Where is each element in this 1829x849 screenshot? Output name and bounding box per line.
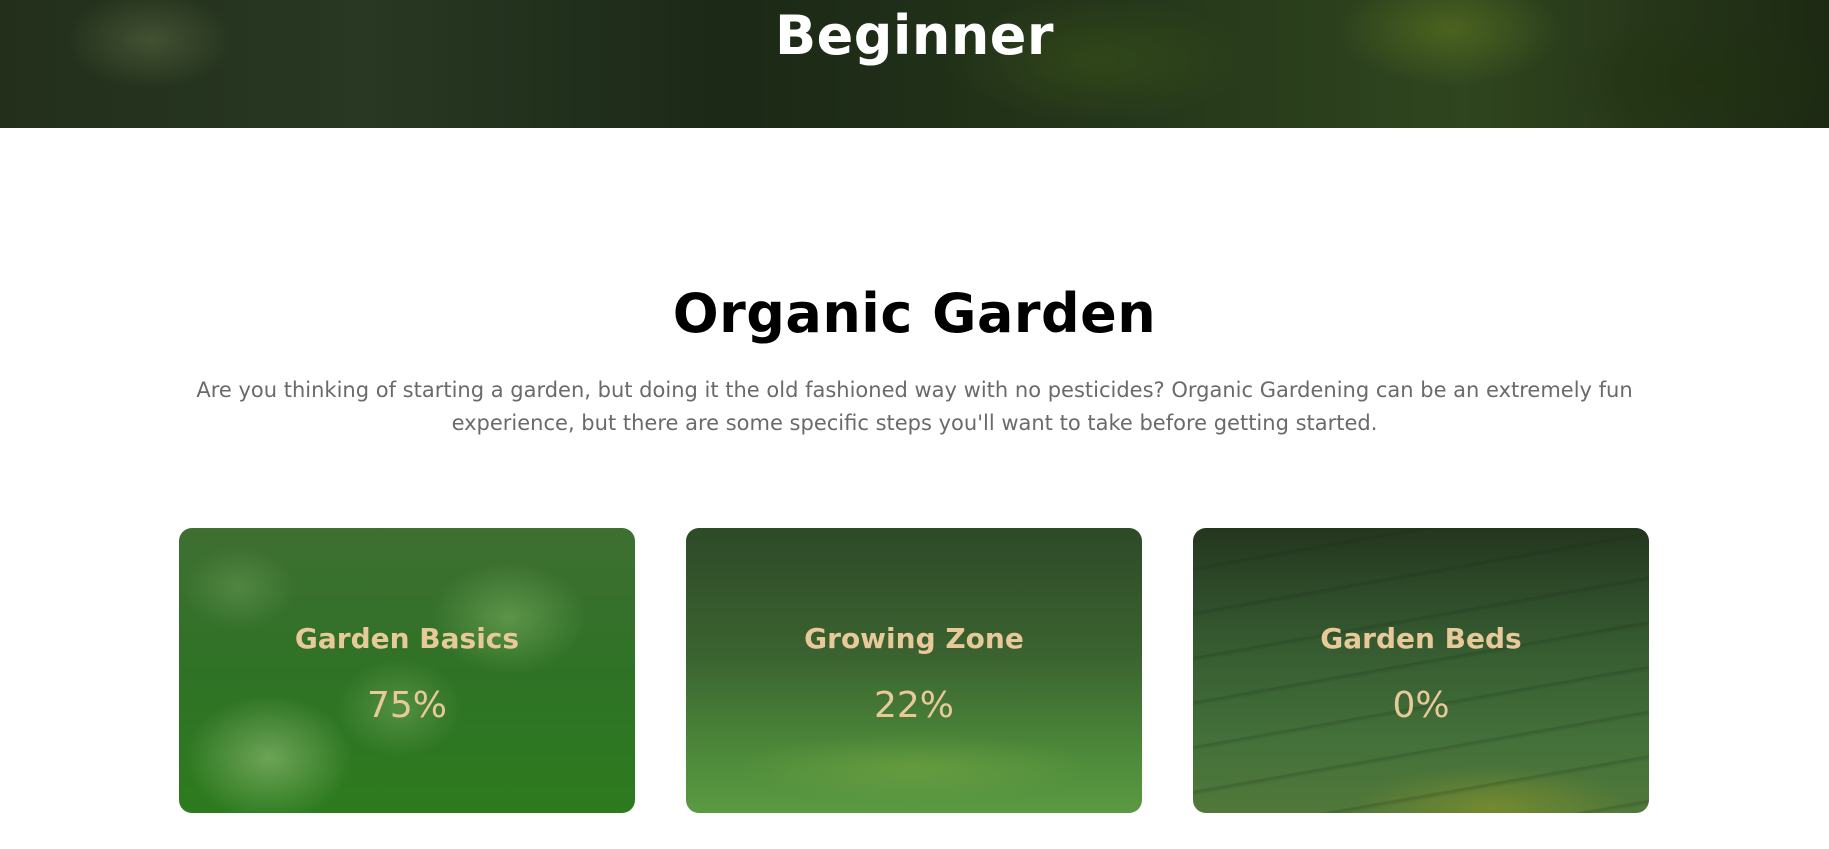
- card-title: Garden Basics: [294, 622, 520, 655]
- card-title: Garden Beds: [1320, 622, 1522, 655]
- section-title: Organic Garden: [672, 282, 1157, 345]
- section-description: Are you thinking of starting a garden, b…: [196, 378, 1633, 435]
- hero-banner: Beginner: [0, 0, 1829, 128]
- card-progress: 75%: [366, 685, 447, 726]
- course-card-growing-zone[interactable]: Growing Zone 22%: [686, 528, 1142, 813]
- hero-title: Beginner: [774, 4, 1055, 67]
- card-progress: 22%: [873, 685, 954, 726]
- card-title: Growing Zone: [804, 622, 1024, 655]
- card-progress: 0%: [1392, 685, 1450, 726]
- course-card-garden-basics[interactable]: Garden Basics 75%: [179, 528, 635, 813]
- course-card-garden-beds[interactable]: Garden Beds 0%: [1193, 528, 1649, 813]
